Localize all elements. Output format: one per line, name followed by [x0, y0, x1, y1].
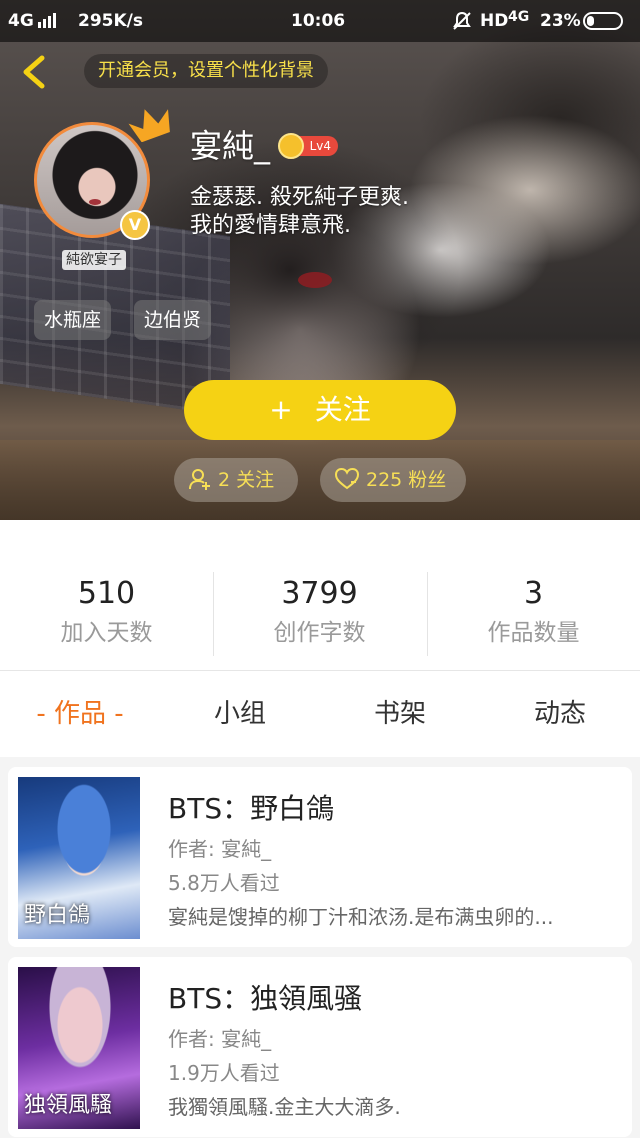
status-bar: 4G 295K/s 10:06 HD 4G 23%	[0, 0, 640, 42]
plus-icon: +	[269, 393, 293, 426]
clock: 10:06	[291, 11, 346, 31]
verified-badge-icon: V	[120, 210, 150, 240]
fans-label: 225 粉丝	[366, 469, 447, 491]
cover-title: 野白鴿	[24, 903, 91, 928]
user-bio: 金瑟瑟. 殺死純子更爽. 我的愛情肆意飛.	[190, 184, 409, 240]
work-description: 宴純是馊掉的柳丁汁和浓汤.是布满虫卵的...	[168, 905, 554, 929]
work-views: 5.8万人看过	[168, 871, 280, 895]
background-photo-detail	[298, 272, 332, 288]
following-label: 2 关注	[218, 469, 275, 491]
fans-count-button[interactable]: 225 粉丝	[320, 458, 466, 502]
follow-button[interactable]: + 关注	[184, 380, 456, 440]
work-title: BTS：独領風骚	[168, 982, 363, 1015]
tab-activity[interactable]: 动态	[500, 671, 620, 757]
work-author: 作者: 宴純_	[168, 1027, 272, 1051]
network-speed: 295K/s	[78, 11, 143, 31]
hd-indicator: HD	[480, 11, 509, 31]
work-author: 作者: 宴純_	[168, 837, 272, 861]
heart-icon	[334, 467, 360, 490]
signal-icon	[38, 11, 58, 33]
work-description: 我獨領風騷.金主大大滴多.	[168, 1095, 401, 1119]
stat-value: 3	[523, 576, 544, 611]
stat-value: 510	[77, 576, 136, 611]
bio-line: 金瑟瑟. 殺死純子更爽.	[190, 185, 409, 210]
work-views: 1.9万人看过	[168, 1061, 280, 1085]
chevron-left-icon	[23, 55, 45, 89]
vip-background-banner[interactable]: 开通会员，设置个性化背景	[84, 54, 328, 88]
work-title: BTS：野白鴿	[168, 792, 335, 825]
level-badge: Lv4	[278, 133, 340, 159]
stat-label: 作品数量	[487, 620, 580, 646]
battery-percent: 23%	[540, 11, 581, 31]
book-cover[interactable]: 野白鴿	[18, 777, 140, 939]
battery-icon	[583, 12, 623, 30]
network-type: 4G	[8, 11, 34, 31]
work-card[interactable]: 独領風騷 BTS：独領風骚 作者: 宴純_ 1.9万人看过 我獨領風騷.金主大大…	[8, 957, 632, 1137]
bio-line: 我的愛情肆意飛.	[190, 213, 351, 238]
profile-stats: 510 加入天数 3799 创作字数 3 作品数量	[0, 520, 640, 671]
tab-bookshelf[interactable]: 书架	[340, 671, 460, 757]
cover-title: 独領風騷	[24, 1093, 113, 1118]
mute-bell-icon	[452, 11, 472, 36]
username: 宴純_	[190, 127, 271, 165]
tab-works[interactable]: - 作品 -	[10, 671, 150, 757]
network-type-2: 4G	[508, 9, 530, 25]
follow-label: 关注	[314, 393, 371, 426]
tab-groups[interactable]: 小组	[180, 671, 300, 757]
profile-tabs: - 作品 - 小组 书架 动态	[0, 671, 640, 757]
back-button[interactable]	[12, 50, 56, 94]
work-card[interactable]: 野白鴿 BTS：野白鴿 作者: 宴純_ 5.8万人看过 宴純是馊掉的柳丁汁和浓汤…	[8, 767, 632, 947]
stat-word-count: 3799 创作字数	[213, 520, 426, 670]
add-person-icon	[189, 469, 210, 490]
stat-join-days: 510 加入天数	[0, 520, 213, 670]
tag-idol[interactable]: 边伯贤	[134, 300, 212, 340]
crown-coin-icon	[278, 133, 304, 159]
tag-zodiac[interactable]: 水瓶座	[34, 300, 112, 340]
following-count-button[interactable]: 2 关注	[174, 458, 298, 502]
avatar-caption: 純欲宴子	[62, 250, 126, 270]
stat-works-count: 3 作品数量	[427, 520, 640, 670]
book-cover[interactable]: 独領風騷	[18, 967, 140, 1129]
stat-value: 3799	[281, 576, 358, 611]
stat-label: 创作字数	[273, 620, 366, 646]
stat-label: 加入天数	[60, 620, 153, 646]
